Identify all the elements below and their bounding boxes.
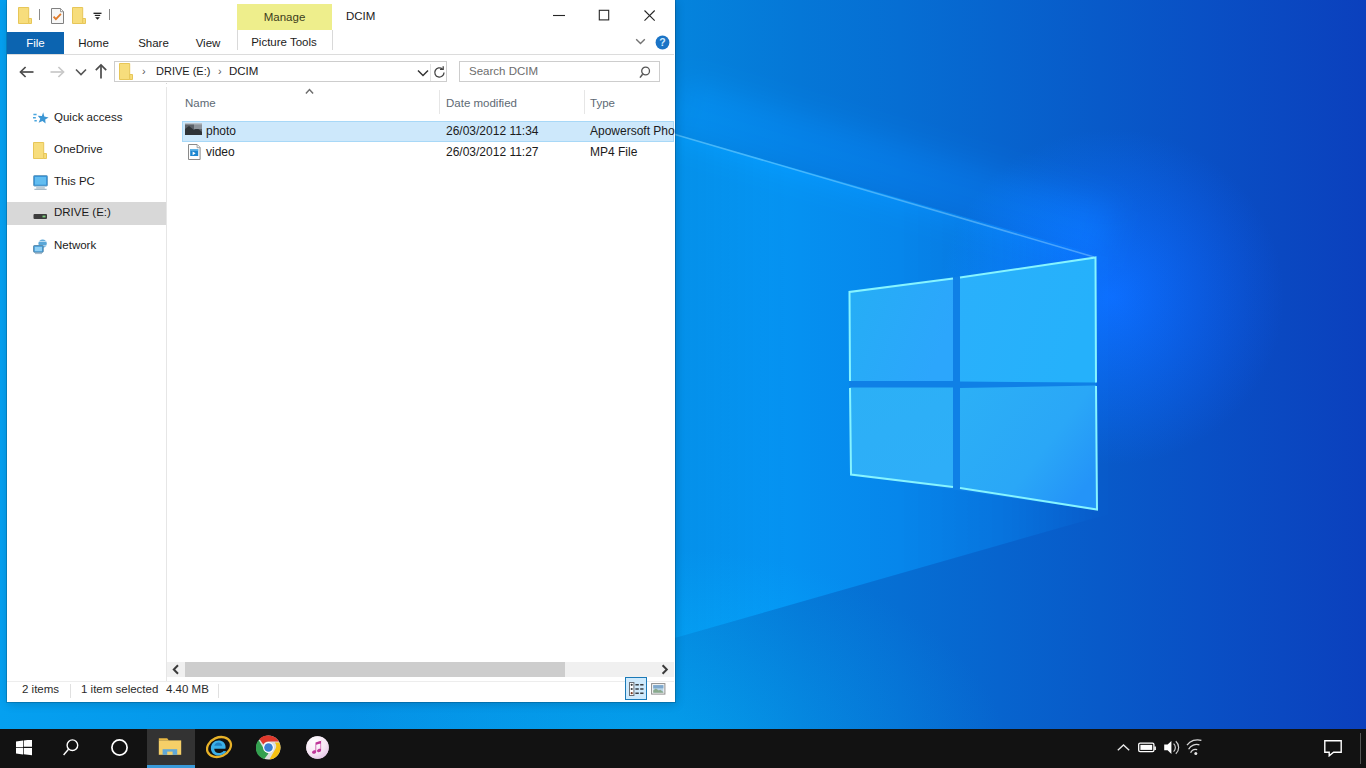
svg-text:?: ? bbox=[659, 36, 665, 48]
